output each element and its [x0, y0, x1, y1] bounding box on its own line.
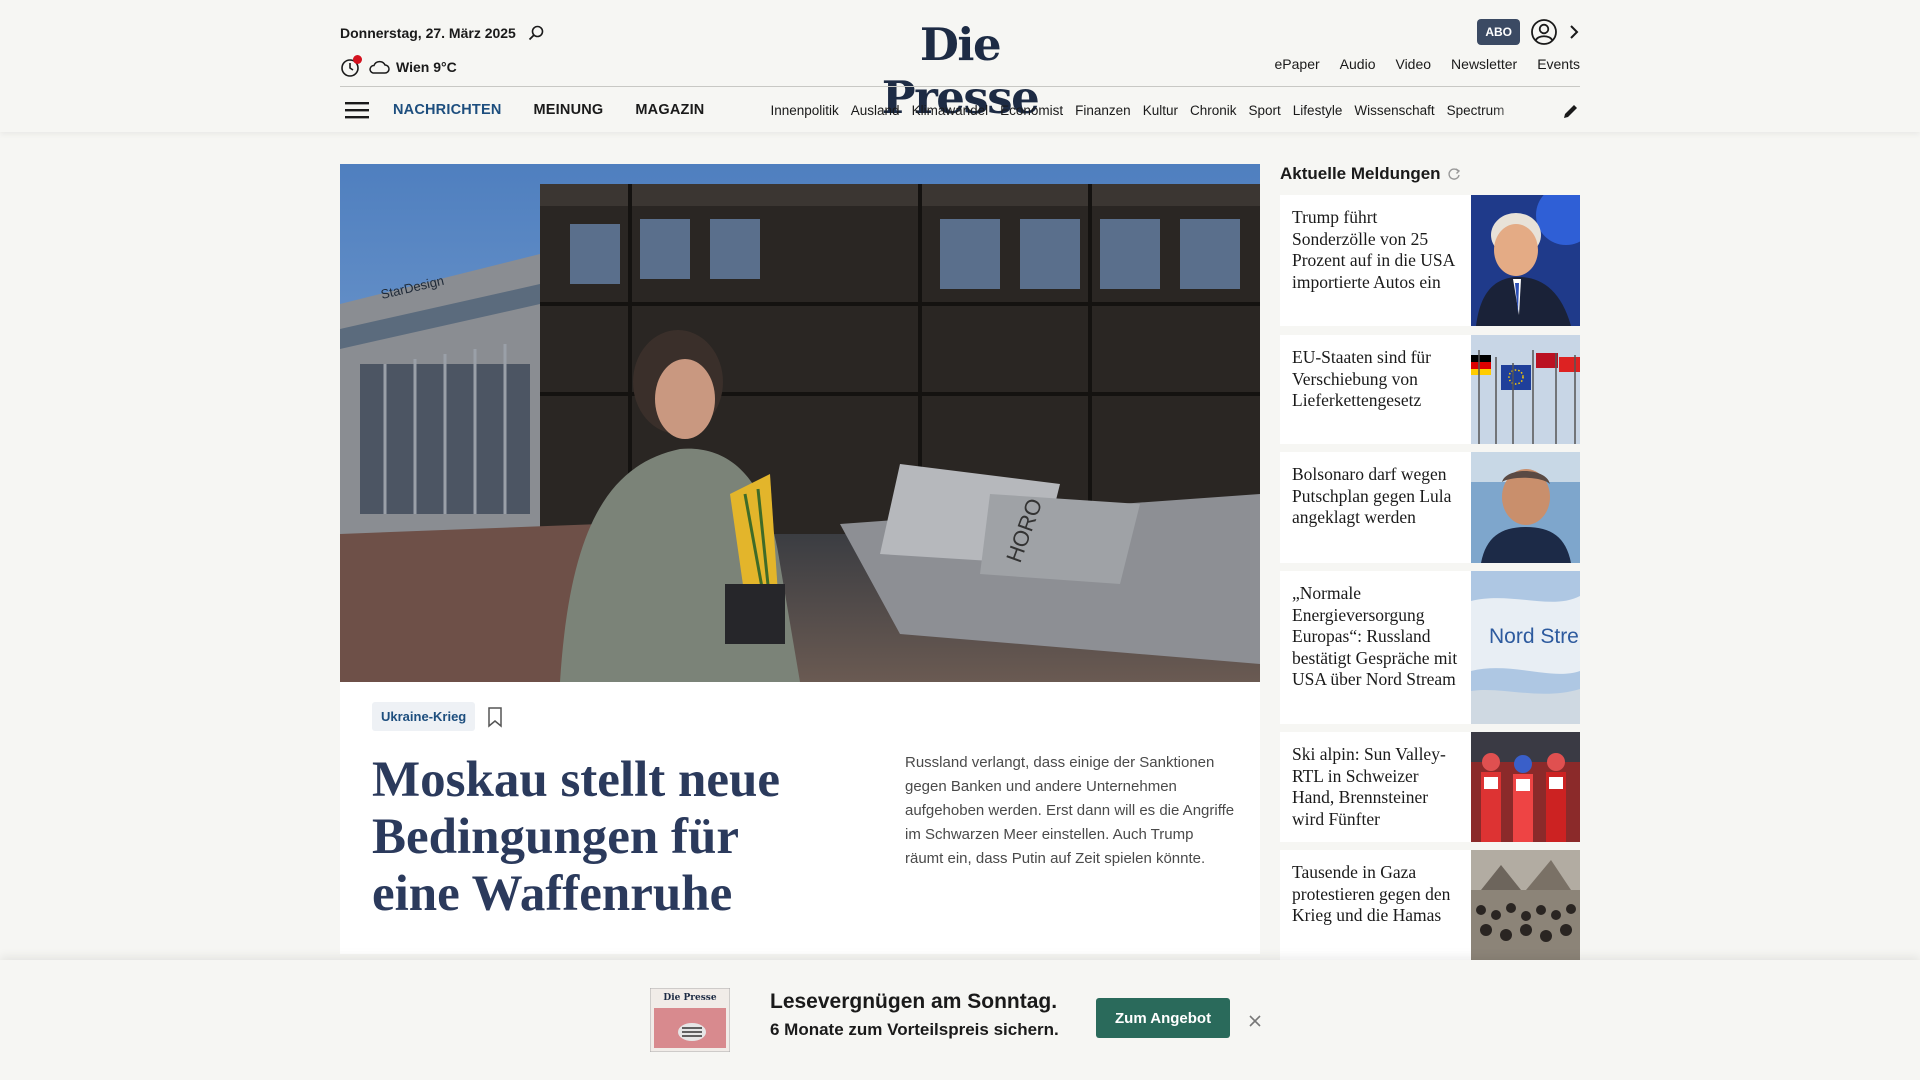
search-icon[interactable] — [528, 25, 544, 41]
epaper-logo-text: Die Presse — [663, 993, 716, 1003]
nav-chronik[interactable]: Chronik — [1190, 103, 1237, 118]
news-item[interactable]: EU-Staaten sind für Verschiebung von Lie… — [1280, 335, 1580, 444]
main-navigation: NACHRICHTEN MEINUNG MAGAZIN Innenpolitik… — [340, 96, 1580, 124]
menu-icon[interactable] — [345, 100, 369, 120]
weather-text: Wien 9°C — [396, 59, 457, 75]
article-teaser: Russland verlangt, dass einige der Sankt… — [905, 754, 1235, 867]
nav-magazin[interactable]: MAGAZIN — [635, 102, 704, 118]
hero-article[interactable]: StarDesign HORO Ukraine-Krieg Moskau ste… — [340, 164, 1260, 954]
close-icon[interactable] — [1248, 1014, 1262, 1028]
news-item[interactable]: Bolsonaro darf wegen Putschplan gegen Lu… — [1280, 452, 1580, 563]
link-newsletter[interactable]: Newsletter — [1451, 56, 1517, 72]
news-thumbnail: Nord Stre — [1471, 571, 1580, 724]
news-title: Bolsonaro darf wegen Putschplan gegen Lu… — [1292, 464, 1452, 527]
link-video[interactable]: Video — [1395, 56, 1431, 72]
subscription-banner: Die Presse Lesevergnügen am Sonntag. 6 M… — [0, 960, 1920, 1080]
hero-image[interactable]: StarDesign HORO — [340, 164, 1260, 682]
news-thumbnail — [1471, 732, 1580, 842]
user-icon[interactable] — [1530, 18, 1558, 46]
thumb-text: Nord Stre — [1489, 625, 1579, 648]
nav-ausland[interactable]: Ausland — [851, 103, 900, 118]
banner-title: Lesevergnügen am Sonntag. — [770, 990, 1058, 1013]
section-nav: Innenpolitik Ausland Klimawandel Economi… — [770, 103, 1530, 118]
article-meta: Ukraine-Krieg — [372, 702, 503, 731]
news-title: „Normale Energieversorgung Europas“: Rus… — [1292, 583, 1458, 689]
news-title: EU-Staaten sind für Verschiebung von Lie… — [1292, 347, 1431, 410]
refresh-icon — [1447, 168, 1460, 180]
abo-button[interactable]: ABO — [1477, 19, 1520, 45]
top-links: ePaper Audio Video Newsletter Events — [1275, 56, 1580, 72]
nav-innenpolitik[interactable]: Innenpolitik — [770, 103, 838, 118]
link-audio[interactable]: Audio — [1340, 56, 1376, 72]
header-divider — [340, 86, 1580, 87]
news-item[interactable]: „Normale Energieversorgung Europas“: Rus… — [1280, 571, 1580, 724]
nav-finanzen[interactable]: Finanzen — [1075, 103, 1131, 118]
news-title: Tausende in Gaza protestieren gegen den … — [1292, 862, 1451, 925]
news-thumbnail — [1471, 850, 1580, 960]
site-header: Donnerstag, 27. März 2025 Wien 9°C Die P… — [0, 0, 1920, 132]
nav-klimawandel[interactable]: Klimawandel — [912, 103, 989, 118]
nav-kultur[interactable]: Kultur — [1143, 103, 1178, 118]
pen-icon[interactable] — [1562, 102, 1580, 120]
nav-lifestyle[interactable]: Lifestyle — [1293, 103, 1343, 118]
news-title: Ski alpin: Sun Valley-RTL in Schweizer H… — [1292, 744, 1446, 829]
category-tag[interactable]: Ukraine-Krieg — [372, 702, 476, 731]
current-date: Donnerstag, 27. März 2025 — [340, 25, 516, 41]
news-item[interactable]: Ski alpin: Sun Valley-RTL in Schweizer H… — [1280, 732, 1580, 842]
news-thumbnail — [1471, 335, 1580, 444]
sidebar-title-text: Aktuelle Meldungen — [1280, 164, 1441, 183]
link-epaper[interactable]: ePaper — [1275, 56, 1320, 72]
news-item[interactable]: Tausende in Gaza protestieren gegen den … — [1280, 850, 1580, 960]
nav-economist[interactable]: Economist — [1000, 103, 1063, 118]
clock-icon[interactable] — [340, 55, 362, 78]
nav-sport[interactable]: Sport — [1249, 103, 1281, 118]
chevron-right-icon[interactable] — [1568, 23, 1580, 41]
link-events[interactable]: Events — [1537, 56, 1580, 72]
account-area: ABO — [1477, 18, 1580, 46]
epaper-thumbnail-icon: Die Presse — [650, 988, 730, 1052]
cloud-icon — [369, 60, 390, 74]
primary-nav: NACHRICHTEN MEINUNG MAGAZIN — [393, 102, 704, 118]
news-title: Trump führt Sonderzölle von 25 Prozent a… — [1292, 207, 1455, 292]
offer-button[interactable]: Zum Angebot — [1096, 998, 1231, 1038]
news-thumbnail — [1471, 452, 1580, 563]
banner-subtitle: 6 Monate zum Vorteilspreis sichern. — [770, 1020, 1059, 1039]
sidebar-title: Aktuelle Meldungen — [1280, 164, 1461, 184]
news-thumbnail — [1471, 195, 1580, 326]
nav-nachrichten[interactable]: NACHRICHTEN — [393, 102, 502, 118]
notification-dot — [353, 55, 362, 64]
bookmark-icon[interactable] — [487, 706, 503, 728]
article-headline[interactable]: Moskau stellt neue Bedingungen für eine … — [372, 752, 812, 923]
nav-wissenschaft[interactable]: Wissenschaft — [1354, 103, 1434, 118]
nav-spectrum[interactable]: Spectrum — [1447, 103, 1505, 118]
news-item[interactable]: Trump führt Sonderzölle von 25 Prozent a… — [1280, 195, 1580, 326]
nav-meinung[interactable]: MEINUNG — [534, 102, 604, 118]
